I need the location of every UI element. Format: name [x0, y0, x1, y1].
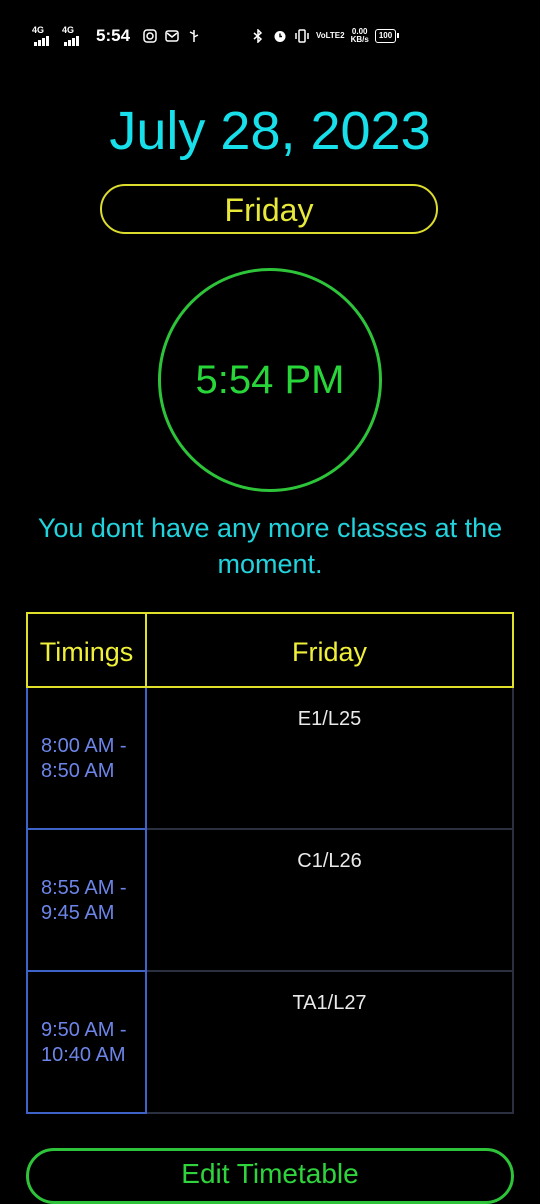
- day-column-header: Friday: [145, 612, 514, 688]
- table-row[interactable]: 9:50 AM - 10:40 AM TA1/L27: [26, 972, 514, 1114]
- clock-time: 5:54 PM: [195, 357, 345, 402]
- class-cell[interactable]: C1/L26: [147, 830, 514, 972]
- timing-cell: 9:50 AM - 10:40 AM: [26, 972, 147, 1114]
- battery-icon: 100: [374, 29, 400, 43]
- timetable: Timings Friday 8:00 AM - 8:50 AM E1/L25 …: [26, 612, 514, 1114]
- status-time: 5:54: [96, 26, 131, 45]
- class-cell[interactable]: E1/L25: [147, 688, 514, 830]
- timings-header: Timings: [26, 612, 147, 688]
- vibrate-icon: [294, 28, 310, 44]
- mail-icon: [164, 28, 180, 44]
- timing-cell: 8:55 AM - 9:45 AM: [26, 830, 147, 972]
- battery-level: 100: [378, 31, 393, 40]
- network-type-label: 4G: [62, 25, 75, 35]
- timing-cell: 8:00 AM - 8:50 AM: [26, 688, 147, 830]
- edit-timetable-button[interactable]: Edit Timetable: [26, 1148, 514, 1204]
- bluetooth-icon: [250, 28, 266, 44]
- network-speed-unit: KB/s: [350, 35, 369, 44]
- clock-circle: 5:54 PM: [158, 268, 382, 492]
- status-left: 4G 4G 5:54: [32, 24, 202, 48]
- status-bar: 4G 4G 5:54 VoLTE2 0.00 KB/s 100: [0, 0, 540, 72]
- status-message: You dont have any more classes at the mo…: [37, 513, 503, 579]
- date-heading: July 28, 2023: [109, 101, 431, 161]
- status-right: VoLTE2 0.00 KB/s 100: [250, 24, 400, 48]
- day-label: Friday: [100, 184, 438, 234]
- signal-sim1-icon: 4G: [32, 26, 56, 46]
- timetable-header: Timings Friday: [26, 612, 514, 688]
- network-speed: 0.00 KB/s: [351, 28, 369, 44]
- table-row[interactable]: 8:55 AM - 9:45 AM C1/L26: [26, 830, 514, 972]
- volte-indicator: VoLTE2: [316, 31, 345, 40]
- table-row[interactable]: 8:00 AM - 8:50 AM E1/L25: [26, 688, 514, 830]
- instagram-icon: [142, 28, 158, 44]
- network-type-label: 4G: [32, 25, 45, 35]
- signal-sim2-icon: 4G: [62, 26, 86, 46]
- class-cell[interactable]: TA1/L27: [147, 972, 514, 1114]
- alarm-icon: [272, 28, 288, 44]
- usb-icon: [186, 28, 202, 44]
